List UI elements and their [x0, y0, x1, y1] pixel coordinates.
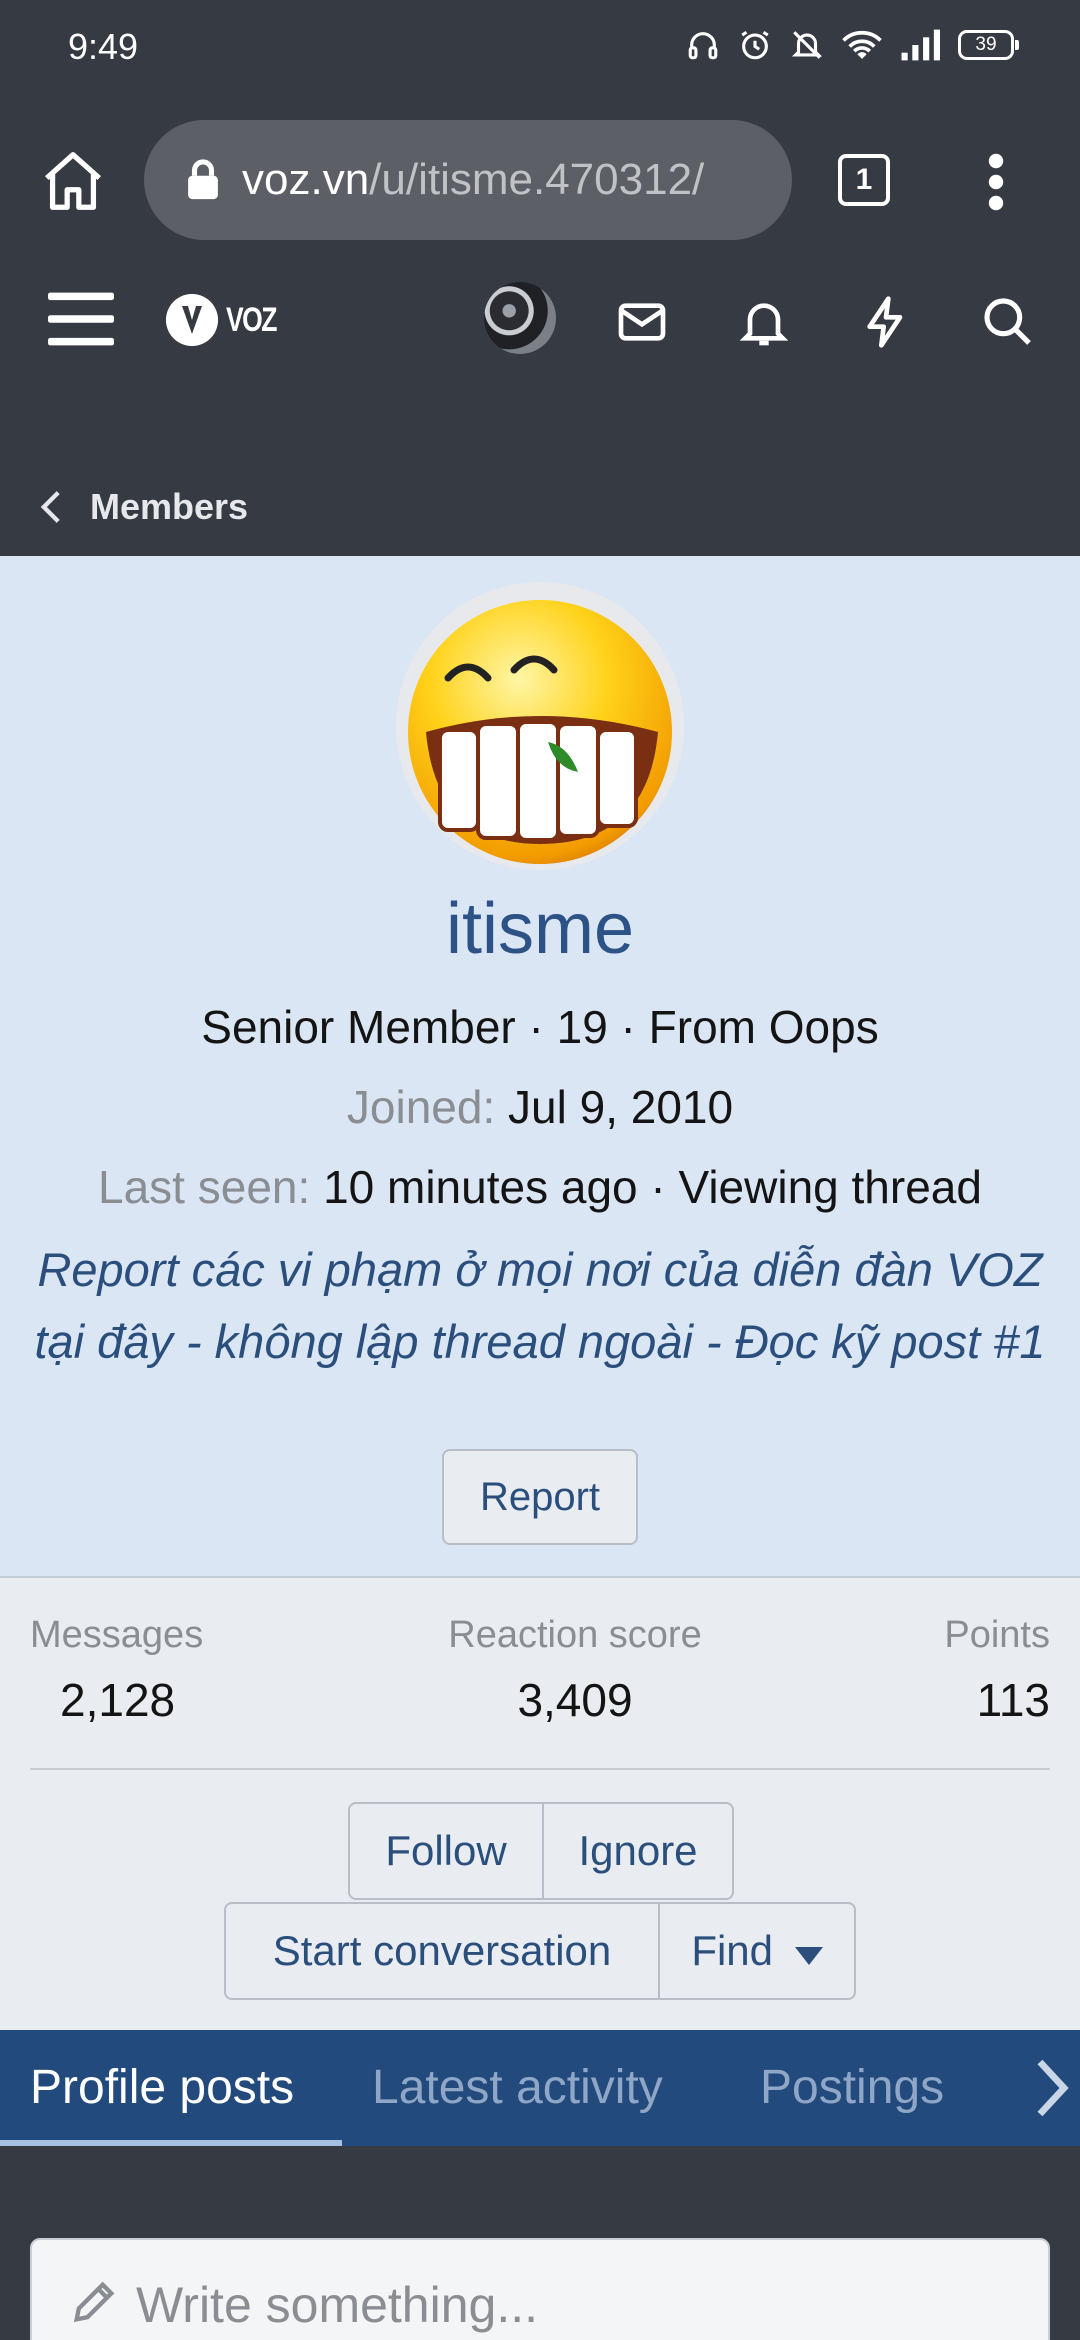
- custom-title-link[interactable]: Report các vi phạm ở mọi nơi của diễn đà…: [30, 1234, 1050, 1378]
- caret-down-icon: [794, 1947, 823, 1965]
- browser-toolbar: voz.vn/u/itisme.470312/ 1: [0, 96, 1080, 266]
- last-seen-line: Last seen: 10 minutes ago · Viewing thre…: [0, 1160, 1080, 1214]
- divider: [30, 1768, 1050, 1770]
- profile-tabs: Profile posts Latest activity Postings: [0, 2030, 1080, 2146]
- stat-points-value: 113: [976, 1674, 1050, 1726]
- member-title-line: Senior Member · 19 · From Oops: [201, 1001, 879, 1053]
- composer-placeholder: Write something...: [136, 2277, 539, 2333]
- pencil-icon: [73, 2281, 115, 2323]
- profile-username: itisme: [445, 889, 634, 969]
- profile-avatar[interactable]: [396, 582, 684, 870]
- wifi-icon: [842, 30, 882, 59]
- find-dropdown[interactable]: Find: [658, 1902, 856, 2000]
- mute-bell-icon: [791, 31, 823, 59]
- tab-switcher-button[interactable]: 1: [838, 154, 890, 206]
- stat-messages[interactable]: Messages 2,128: [30, 1614, 203, 1727]
- logo-mark-icon: [166, 294, 218, 346]
- lightning-icon[interactable]: [858, 294, 914, 350]
- stat-messages-label: Messages: [30, 1614, 204, 1656]
- report-button[interactable]: Report: [442, 1449, 638, 1545]
- alarm-icon: [741, 30, 769, 60]
- joined-value: Jul 9, 2010: [508, 1081, 734, 1133]
- home-icon[interactable]: [38, 146, 108, 216]
- chevron-right-icon[interactable]: [1020, 2030, 1080, 2146]
- follow-button[interactable]: Follow: [348, 1802, 544, 1900]
- stat-reaction-score[interactable]: Reaction score 3,409: [440, 1614, 710, 1727]
- joined-line: Joined: Jul 9, 2010: [0, 1080, 1080, 1134]
- address-bar[interactable]: voz.vn/u/itisme.470312/: [144, 120, 792, 240]
- last-seen-value[interactable]: 10 minutes ago · Viewing thread: [323, 1161, 982, 1213]
- hamburger-menu-icon[interactable]: [48, 290, 114, 348]
- tab-latest-activity[interactable]: Latest activity: [372, 2030, 663, 2146]
- user-avatar[interactable]: [484, 282, 556, 354]
- stat-messages-value: 2,128: [60, 1674, 176, 1726]
- signal-icon: [901, 29, 940, 61]
- status-time: 9:49: [68, 26, 139, 67]
- write-something-input[interactable]: Write something...: [30, 2238, 1050, 2340]
- logo-text: VOZ: [226, 300, 277, 339]
- lock-icon: [188, 159, 218, 200]
- more-vert-icon[interactable]: [978, 152, 1014, 212]
- breadcrumb[interactable]: Members: [40, 486, 248, 528]
- stat-reaction-value: 3,409: [517, 1674, 633, 1726]
- find-label: Find: [691, 1927, 774, 1974]
- site-header: VOZ Members: [0, 266, 1080, 556]
- start-conversation-button[interactable]: Start conversation: [224, 1902, 660, 2000]
- tab-profile-posts[interactable]: Profile posts: [30, 2030, 294, 2146]
- last-seen-label: Last seen:: [98, 1161, 311, 1213]
- stat-points[interactable]: Points 113: [944, 1614, 1050, 1727]
- profile-posts-area: Write something...: [0, 2146, 1080, 2340]
- breadcrumb-members: Members: [90, 486, 249, 527]
- inbox-icon[interactable]: [614, 294, 670, 350]
- search-icon[interactable]: [980, 294, 1036, 350]
- tab-postings[interactable]: Postings: [760, 2030, 944, 2146]
- status-icons: 39: [686, 28, 1019, 62]
- stat-reaction-label: Reaction score: [448, 1614, 702, 1656]
- site-logo[interactable]: VOZ: [166, 294, 290, 346]
- profile-header: itisme Senior Member · 19 · From Oops Jo…: [0, 556, 1080, 1578]
- status-bar: 9:49 39: [0, 0, 1080, 96]
- profile-stats: Messages 2,128 Reaction score 3,409 Poin…: [0, 1578, 1080, 2030]
- bell-icon[interactable]: [736, 294, 792, 350]
- joined-label: Joined:: [346, 1081, 496, 1133]
- battery-icon: 39: [958, 30, 1019, 60]
- chevron-left-icon: [40, 491, 60, 523]
- url-path: /u/itisme.470312/: [369, 155, 705, 204]
- ignore-button[interactable]: Ignore: [542, 1802, 734, 1900]
- grinning-emoji-avatar-icon: [408, 600, 672, 864]
- stat-points-label: Points: [944, 1614, 1050, 1656]
- headphones-icon: [688, 32, 718, 60]
- url-domain: voz.vn: [242, 155, 370, 204]
